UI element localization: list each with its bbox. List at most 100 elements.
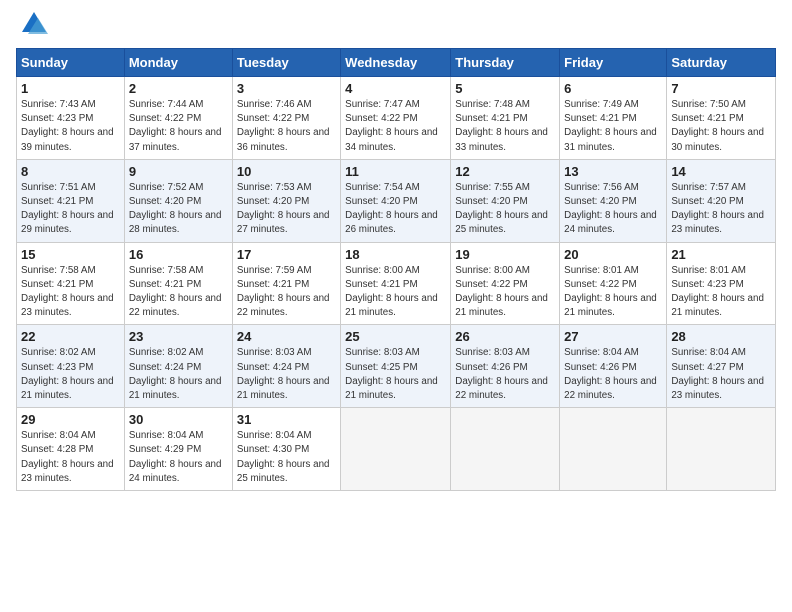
calendar-cell bbox=[560, 408, 667, 491]
calendar-cell: 29 Sunrise: 8:04 AMSunset: 4:28 PMDaylig… bbox=[17, 408, 125, 491]
day-number: 26 bbox=[455, 329, 555, 344]
day-detail: Sunrise: 7:57 AMSunset: 4:20 PMDaylight:… bbox=[671, 182, 764, 236]
day-number: 27 bbox=[564, 329, 662, 344]
calendar-cell: 18 Sunrise: 8:00 AMSunset: 4:21 PMDaylig… bbox=[341, 242, 451, 325]
day-number: 15 bbox=[21, 247, 120, 262]
day-number: 21 bbox=[671, 247, 771, 262]
day-detail: Sunrise: 8:00 AMSunset: 4:22 PMDaylight:… bbox=[455, 265, 548, 319]
calendar-cell: 20 Sunrise: 8:01 AMSunset: 4:22 PMDaylig… bbox=[560, 242, 667, 325]
day-number: 22 bbox=[21, 329, 120, 344]
day-detail: Sunrise: 8:01 AMSunset: 4:22 PMDaylight:… bbox=[564, 265, 657, 319]
calendar-cell: 14 Sunrise: 7:57 AMSunset: 4:20 PMDaylig… bbox=[667, 159, 776, 242]
day-number: 4 bbox=[345, 81, 446, 96]
day-detail: Sunrise: 8:02 AMSunset: 4:23 PMDaylight:… bbox=[21, 347, 114, 401]
day-detail: Sunrise: 8:04 AMSunset: 4:27 PMDaylight:… bbox=[671, 347, 764, 401]
day-number: 8 bbox=[21, 164, 120, 179]
calendar-cell: 31 Sunrise: 8:04 AMSunset: 4:30 PMDaylig… bbox=[232, 408, 340, 491]
calendar-cell: 16 Sunrise: 7:58 AMSunset: 4:21 PMDaylig… bbox=[124, 242, 232, 325]
day-number: 9 bbox=[129, 164, 228, 179]
day-detail: Sunrise: 7:49 AMSunset: 4:21 PMDaylight:… bbox=[564, 99, 657, 153]
day-detail: Sunrise: 7:47 AMSunset: 4:22 PMDaylight:… bbox=[345, 99, 438, 153]
day-detail: Sunrise: 7:59 AMSunset: 4:21 PMDaylight:… bbox=[237, 265, 330, 319]
day-detail: Sunrise: 7:46 AMSunset: 4:22 PMDaylight:… bbox=[237, 99, 330, 153]
col-header-saturday: Saturday bbox=[667, 49, 776, 77]
day-number: 12 bbox=[455, 164, 555, 179]
calendar-cell: 7 Sunrise: 7:50 AMSunset: 4:21 PMDayligh… bbox=[667, 77, 776, 160]
day-number: 29 bbox=[21, 412, 120, 427]
calendar-cell: 22 Sunrise: 8:02 AMSunset: 4:23 PMDaylig… bbox=[17, 325, 125, 408]
day-detail: Sunrise: 7:48 AMSunset: 4:21 PMDaylight:… bbox=[455, 99, 548, 153]
calendar-week-1: 1 Sunrise: 7:43 AMSunset: 4:23 PMDayligh… bbox=[17, 77, 776, 160]
day-number: 7 bbox=[671, 81, 771, 96]
logo bbox=[16, 14, 48, 42]
calendar-cell: 10 Sunrise: 7:53 AMSunset: 4:20 PMDaylig… bbox=[232, 159, 340, 242]
day-number: 1 bbox=[21, 81, 120, 96]
calendar-cell: 26 Sunrise: 8:03 AMSunset: 4:26 PMDaylig… bbox=[451, 325, 560, 408]
calendar-week-2: 8 Sunrise: 7:51 AMSunset: 4:21 PMDayligh… bbox=[17, 159, 776, 242]
day-number: 14 bbox=[671, 164, 771, 179]
day-number: 3 bbox=[237, 81, 336, 96]
day-detail: Sunrise: 7:54 AMSunset: 4:20 PMDaylight:… bbox=[345, 182, 438, 236]
calendar-cell: 24 Sunrise: 8:03 AMSunset: 4:24 PMDaylig… bbox=[232, 325, 340, 408]
calendar-cell: 13 Sunrise: 7:56 AMSunset: 4:20 PMDaylig… bbox=[560, 159, 667, 242]
day-number: 11 bbox=[345, 164, 446, 179]
day-number: 20 bbox=[564, 247, 662, 262]
col-header-friday: Friday bbox=[560, 49, 667, 77]
day-detail: Sunrise: 8:04 AMSunset: 4:30 PMDaylight:… bbox=[237, 430, 330, 484]
calendar-table: SundayMondayTuesdayWednesdayThursdayFrid… bbox=[16, 48, 776, 491]
calendar-cell: 5 Sunrise: 7:48 AMSunset: 4:21 PMDayligh… bbox=[451, 77, 560, 160]
day-detail: Sunrise: 7:53 AMSunset: 4:20 PMDaylight:… bbox=[237, 182, 330, 236]
calendar-cell: 27 Sunrise: 8:04 AMSunset: 4:26 PMDaylig… bbox=[560, 325, 667, 408]
day-number: 10 bbox=[237, 164, 336, 179]
calendar-cell: 17 Sunrise: 7:59 AMSunset: 4:21 PMDaylig… bbox=[232, 242, 340, 325]
day-number: 31 bbox=[237, 412, 336, 427]
calendar-cell: 4 Sunrise: 7:47 AMSunset: 4:22 PMDayligh… bbox=[341, 77, 451, 160]
calendar-cell: 3 Sunrise: 7:46 AMSunset: 4:22 PMDayligh… bbox=[232, 77, 340, 160]
calendar-cell: 19 Sunrise: 8:00 AMSunset: 4:22 PMDaylig… bbox=[451, 242, 560, 325]
day-number: 28 bbox=[671, 329, 771, 344]
calendar-cell: 30 Sunrise: 8:04 AMSunset: 4:29 PMDaylig… bbox=[124, 408, 232, 491]
calendar-cell: 8 Sunrise: 7:51 AMSunset: 4:21 PMDayligh… bbox=[17, 159, 125, 242]
calendar-cell: 21 Sunrise: 8:01 AMSunset: 4:23 PMDaylig… bbox=[667, 242, 776, 325]
day-detail: Sunrise: 7:44 AMSunset: 4:22 PMDaylight:… bbox=[129, 99, 222, 153]
calendar-cell: 6 Sunrise: 7:49 AMSunset: 4:21 PMDayligh… bbox=[560, 77, 667, 160]
day-detail: Sunrise: 8:03 AMSunset: 4:24 PMDaylight:… bbox=[237, 347, 330, 401]
day-number: 30 bbox=[129, 412, 228, 427]
day-number: 18 bbox=[345, 247, 446, 262]
calendar-cell: 9 Sunrise: 7:52 AMSunset: 4:20 PMDayligh… bbox=[124, 159, 232, 242]
calendar-cell: 25 Sunrise: 8:03 AMSunset: 4:25 PMDaylig… bbox=[341, 325, 451, 408]
day-detail: Sunrise: 8:00 AMSunset: 4:21 PMDaylight:… bbox=[345, 265, 438, 319]
day-number: 6 bbox=[564, 81, 662, 96]
day-detail: Sunrise: 7:58 AMSunset: 4:21 PMDaylight:… bbox=[21, 265, 114, 319]
day-detail: Sunrise: 8:03 AMSunset: 4:26 PMDaylight:… bbox=[455, 347, 548, 401]
day-detail: Sunrise: 8:01 AMSunset: 4:23 PMDaylight:… bbox=[671, 265, 764, 319]
day-detail: Sunrise: 7:58 AMSunset: 4:21 PMDaylight:… bbox=[129, 265, 222, 319]
day-detail: Sunrise: 8:04 AMSunset: 4:28 PMDaylight:… bbox=[21, 430, 114, 484]
day-detail: Sunrise: 7:51 AMSunset: 4:21 PMDaylight:… bbox=[21, 182, 114, 236]
calendar-week-4: 22 Sunrise: 8:02 AMSunset: 4:23 PMDaylig… bbox=[17, 325, 776, 408]
day-number: 25 bbox=[345, 329, 446, 344]
day-number: 24 bbox=[237, 329, 336, 344]
day-detail: Sunrise: 7:55 AMSunset: 4:20 PMDaylight:… bbox=[455, 182, 548, 236]
day-detail: Sunrise: 7:43 AMSunset: 4:23 PMDaylight:… bbox=[21, 99, 114, 153]
calendar-cell: 2 Sunrise: 7:44 AMSunset: 4:22 PMDayligh… bbox=[124, 77, 232, 160]
calendar-cell bbox=[451, 408, 560, 491]
col-header-sunday: Sunday bbox=[17, 49, 125, 77]
day-number: 19 bbox=[455, 247, 555, 262]
calendar-cell: 12 Sunrise: 7:55 AMSunset: 4:20 PMDaylig… bbox=[451, 159, 560, 242]
day-detail: Sunrise: 8:04 AMSunset: 4:29 PMDaylight:… bbox=[129, 430, 222, 484]
day-detail: Sunrise: 7:56 AMSunset: 4:20 PMDaylight:… bbox=[564, 182, 657, 236]
col-header-tuesday: Tuesday bbox=[232, 49, 340, 77]
day-detail: Sunrise: 7:52 AMSunset: 4:20 PMDaylight:… bbox=[129, 182, 222, 236]
day-number: 17 bbox=[237, 247, 336, 262]
day-detail: Sunrise: 7:50 AMSunset: 4:21 PMDaylight:… bbox=[671, 99, 764, 153]
day-number: 23 bbox=[129, 329, 228, 344]
day-detail: Sunrise: 8:04 AMSunset: 4:26 PMDaylight:… bbox=[564, 347, 657, 401]
calendar-cell bbox=[341, 408, 451, 491]
col-header-wednesday: Wednesday bbox=[341, 49, 451, 77]
day-detail: Sunrise: 8:02 AMSunset: 4:24 PMDaylight:… bbox=[129, 347, 222, 401]
calendar-cell bbox=[667, 408, 776, 491]
day-detail: Sunrise: 8:03 AMSunset: 4:25 PMDaylight:… bbox=[345, 347, 438, 401]
day-number: 16 bbox=[129, 247, 228, 262]
calendar-cell: 1 Sunrise: 7:43 AMSunset: 4:23 PMDayligh… bbox=[17, 77, 125, 160]
